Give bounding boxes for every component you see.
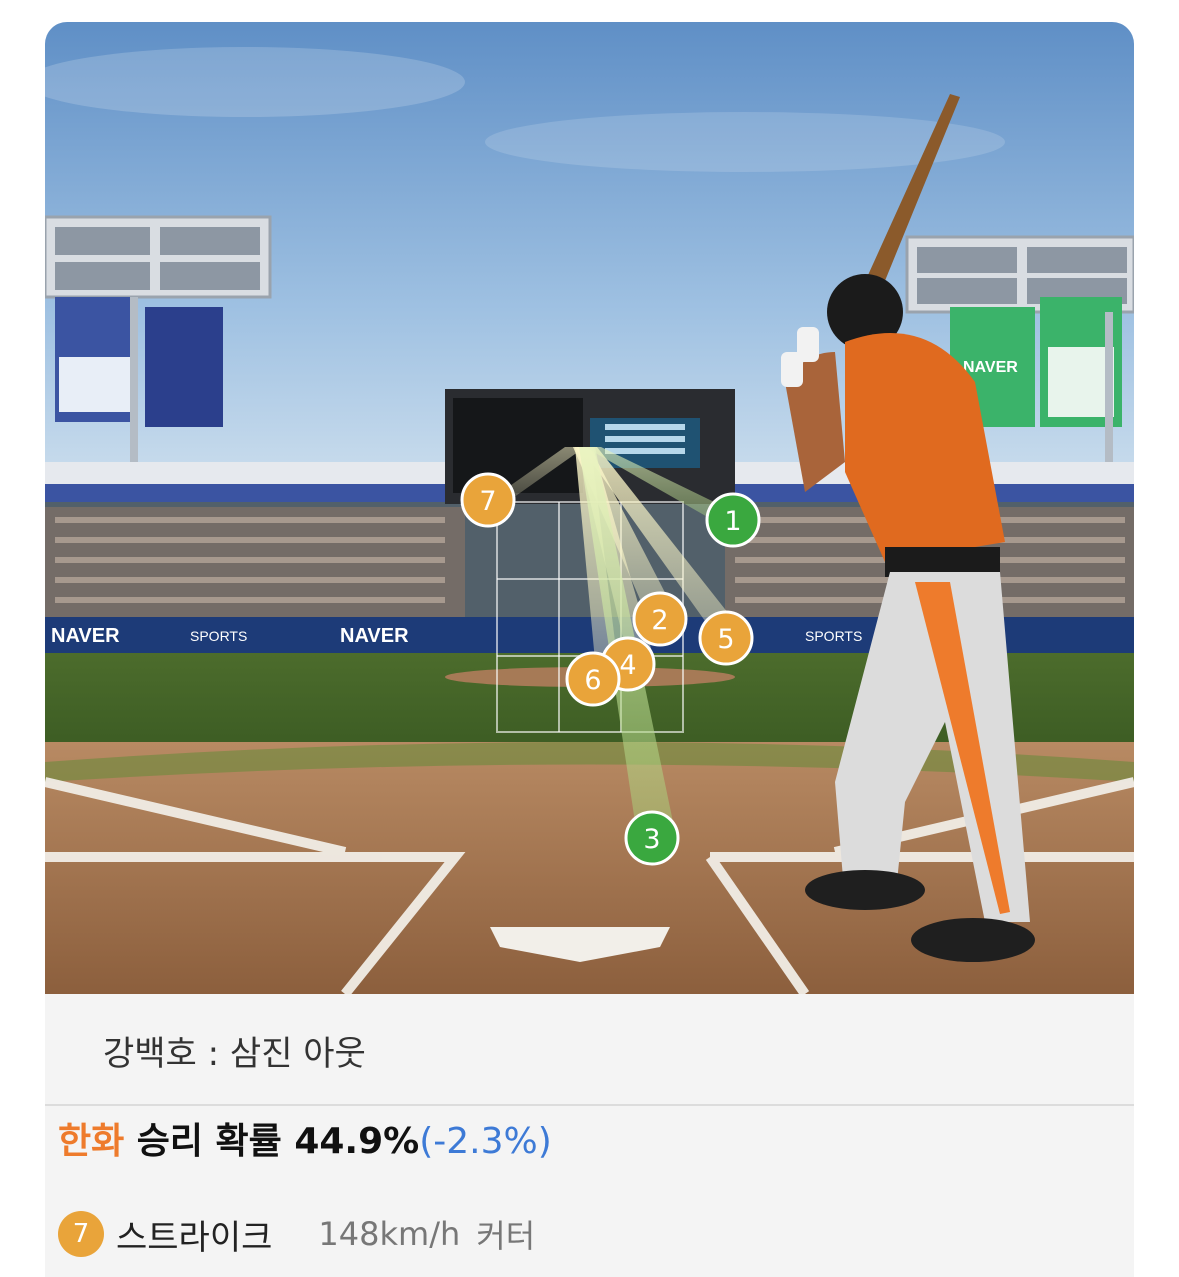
- stadium-scene: NAVER NAVER NAVER SPORTS SPORTS 1 2 3 4 …: [45, 22, 1134, 994]
- pitch-marker-3[interactable]: 3: [624, 810, 680, 866]
- pitch-kind: 커터: [476, 1217, 536, 1255]
- pitch-card: NAVER NAVER NAVER SPORTS SPORTS 1 2 3 4 …: [45, 22, 1134, 1277]
- svg-text:NAVER: NAVER: [963, 359, 1018, 376]
- stadium-illustration: NAVER NAVER NAVER SPORTS SPORTS 1234567: [45, 22, 1134, 994]
- pitch-marker-number: 5: [717, 624, 734, 655]
- pitch-marker-number: 2: [651, 605, 668, 636]
- pitch-marker-7[interactable]: 7: [460, 472, 516, 528]
- pitch-marker-5[interactable]: 5: [698, 610, 754, 666]
- pitch-marker-number: 1: [724, 506, 741, 537]
- pitch-marker-number: 6: [584, 665, 601, 696]
- play-result-text: 강백호 : 삼진 아웃: [103, 1034, 366, 1074]
- svg-text:NAVER: NAVER: [340, 625, 409, 647]
- play-result: 강백호 : 삼진 아웃: [45, 994, 1134, 1106]
- svg-text:SPORTS: SPORTS: [190, 628, 247, 644]
- pitch-marker-number: 3: [643, 824, 660, 855]
- pitch-result-type: 스트라이크: [116, 1217, 273, 1258]
- win-probability: 한화 승리 확률 44.9%(-2.3%): [58, 1112, 552, 1164]
- svg-text:NAVER: NAVER: [51, 625, 120, 647]
- last-pitch-row: 7 스트라이크 148km/h 커터: [58, 1210, 535, 1258]
- win-probability-value: 승리 확률 44.9%: [124, 1121, 420, 1162]
- team-name: 한화: [58, 1121, 125, 1162]
- win-probability-delta: (-2.3%): [419, 1121, 552, 1162]
- pitch-marker-6[interactable]: 6: [565, 651, 621, 707]
- pitch-marker-1[interactable]: 1: [705, 492, 761, 548]
- pitch-marker-2[interactable]: 2: [632, 591, 688, 647]
- svg-text:SPORTS: SPORTS: [805, 628, 862, 644]
- pitch-marker-number: 7: [479, 486, 496, 517]
- pitch-number-badge: 7: [58, 1211, 104, 1257]
- pitch-speed: 148km/h: [318, 1215, 461, 1253]
- pitch-marker-number: 4: [619, 650, 636, 681]
